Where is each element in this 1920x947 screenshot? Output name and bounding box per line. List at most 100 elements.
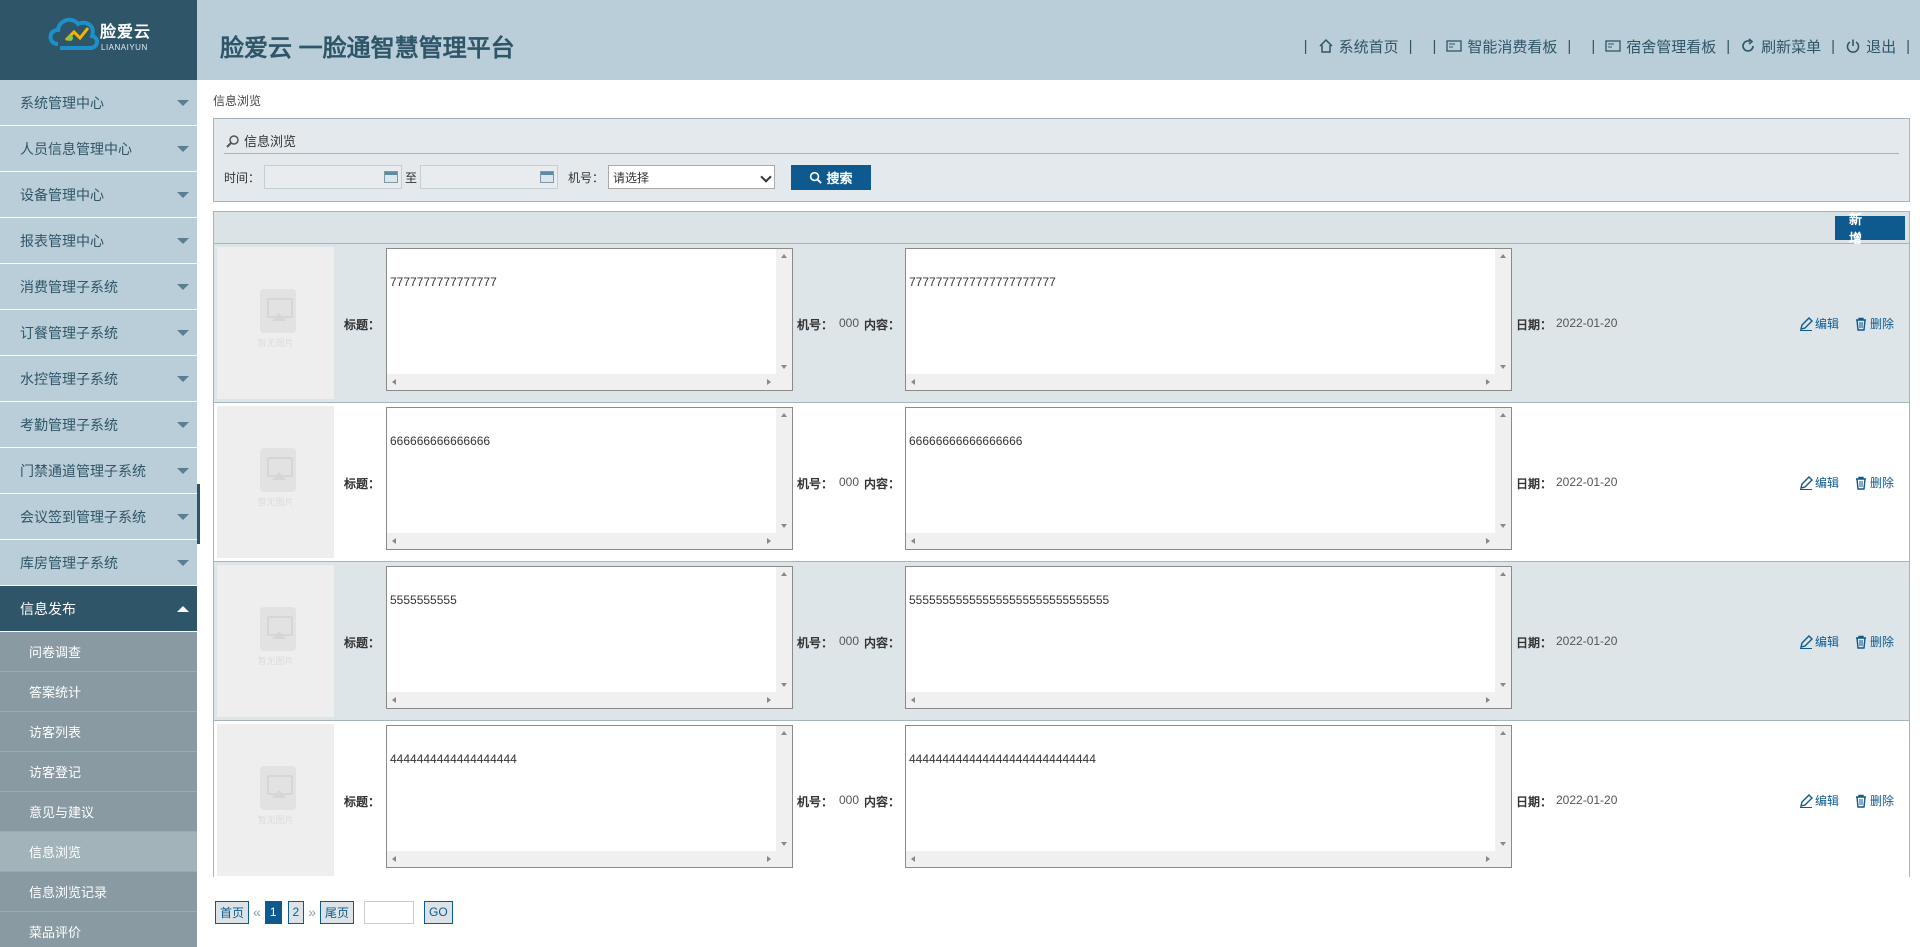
sidebar-collapse-handle[interactable] [197,484,202,544]
sidebar-item-personnel[interactable]: 人员信息管理中心 [0,126,197,172]
prev-page-icon[interactable]: « [253,904,261,920]
scroll-left-icon [911,856,915,862]
scroll-up-icon [1500,731,1506,735]
sidebar-item-warehouse[interactable]: 库房管理子系统 [0,540,197,586]
add-button[interactable]: 新 增 [1835,212,1905,246]
sidebar-item-system[interactable]: 系统管理中心 [0,80,197,126]
home-icon [1319,38,1333,53]
trash-icon [1856,794,1866,808]
vertical-scrollbar[interactable] [1495,408,1511,533]
vertical-scrollbar[interactable] [1495,567,1511,692]
sidebar-item-report[interactable]: 报表管理中心 [0,218,197,264]
start-date-input[interactable] [264,165,402,189]
content-textarea[interactable]: 66666666666666666 [905,407,1512,550]
title-textarea[interactable]: 5555555555 [386,566,793,709]
sidebar-subitem-dish-rating[interactable]: 菜品评价 [0,912,197,947]
sidebar-subitem-feedback[interactable]: 意见与建议 [0,792,197,832]
calendar-icon[interactable] [540,171,554,183]
time-label: 时间： [224,171,261,185]
image-placeholder: 暂无图片 [217,406,334,558]
sidebar-item-water[interactable]: 水控管理子系统 [0,356,197,402]
edit-button[interactable]: 编辑 [1799,633,1839,650]
title-textarea[interactable]: 666666666666666 [386,407,793,550]
end-date-input[interactable] [420,165,558,189]
sidebar-subitem-visitor-register[interactable]: 访客登记 [0,752,197,792]
horizontal-scrollbar[interactable] [906,692,1495,708]
sidebar-subitem-answer-stats[interactable]: 答案统计 [0,672,197,712]
calendar-icon[interactable] [384,171,398,183]
machine-value: 000 [839,793,860,807]
title-textarea[interactable]: 4444444444444444444 [386,725,793,868]
sidebar-subitem-visitor-list[interactable]: 访客列表 [0,712,197,752]
sidebar-item-ordering[interactable]: 订餐管理子系统 [0,310,197,356]
table-row: 暂无图片 标题： 666666666666666 机号： 000 内容： 666… [214,403,1909,562]
search-icon [810,171,823,184]
horizontal-scrollbar[interactable] [906,533,1495,549]
delete-button[interactable]: 删除 [1854,792,1894,809]
pencil-icon [1800,475,1813,490]
chevron-down-icon [177,514,189,520]
vertical-scrollbar[interactable] [776,567,792,692]
search-button[interactable]: 搜索 [791,165,871,190]
content-textarea[interactable]: 4444444444444444444444444444 [905,725,1512,868]
horizontal-scrollbar[interactable] [387,533,776,549]
vertical-scrollbar[interactable] [776,249,792,374]
content-textarea[interactable]: 7777777777777777777777 [905,248,1512,391]
scroll-right-icon [767,538,771,544]
refresh-icon [1742,38,1754,52]
vertical-scrollbar[interactable] [776,726,792,851]
edit-button[interactable]: 编辑 [1799,315,1839,332]
panel-divider [224,153,1899,154]
last-page-button[interactable]: 尾页 [319,900,354,924]
sidebar-item-access[interactable]: 门禁通道管理子系统 [0,448,197,494]
sidebar-subitem-browse-records[interactable]: 信息浏览记录 [0,872,197,912]
horizontal-scrollbar[interactable] [387,374,776,390]
delete-button[interactable]: 删除 [1854,474,1894,491]
sidebar-subitem-info-browse[interactable]: 信息浏览 [0,832,197,872]
sidebar-item-consumption[interactable]: 消费管理子系统 [0,264,197,310]
vertical-scrollbar[interactable] [1495,726,1511,851]
first-page-button[interactable]: 首页 [215,900,250,924]
machine-select[interactable]: 请选择 [608,165,775,189]
horizontal-scrollbar[interactable] [387,851,776,867]
sidebar-item-meeting[interactable]: 会议签到管理子系统 [0,494,197,540]
table-row: 暂无图片 标题： 7777777777777777 机号： 000 内容： 77… [214,244,1909,403]
nav-home[interactable]: 系统首页 [1318,36,1399,57]
chevron-down-icon [177,330,189,336]
sidebar-item-info-publish[interactable]: 信息发布 [0,586,197,632]
title-textarea[interactable]: 7777777777777777 [386,248,793,391]
horizontal-scrollbar[interactable] [906,851,1495,867]
sidebar-subitem-survey[interactable]: 问卷调查 [0,632,197,672]
scroll-right-icon [767,697,771,703]
search-panel: 信息浏览 时间： 至 机号： 请选择 搜索 [213,118,1910,202]
nav-dorm-board[interactable]: 宿舍管理看板 [1605,36,1716,57]
go-button[interactable]: GO [424,900,453,924]
content-textarea[interactable]: 555555555555555555555555555555 [905,566,1512,709]
machine-label: 机号： [797,477,834,491]
page-1-button[interactable]: 1 [264,900,282,924]
vertical-scrollbar[interactable] [776,408,792,533]
edit-button[interactable]: 编辑 [1799,792,1839,809]
page-2-button[interactable]: 2 [287,900,305,924]
header: 脸爱云 LIANAIYUN 脸爱云 一脸通智慧管理平台 | 系统首页 | | 智… [0,0,1920,80]
scroll-left-icon [911,538,915,544]
info-table: 新 增 暂无图片 标题： 7777777777777777 机号： 000 内容… [213,211,1910,880]
horizontal-scrollbar[interactable] [387,692,776,708]
next-page-icon[interactable]: » [308,904,316,920]
nav-refresh-menu[interactable]: 刷新菜单 [1740,36,1821,57]
machine-label: 机号： [797,636,834,650]
machine-label: 机号： [568,171,605,185]
horizontal-scrollbar[interactable] [906,374,1495,390]
scroll-up-icon [781,731,787,735]
sidebar-item-device[interactable]: 设备管理中心 [0,172,197,218]
page-jump-input[interactable] [364,900,414,924]
vertical-scrollbar[interactable] [1495,249,1511,374]
sidebar-item-attendance[interactable]: 考勤管理子系统 [0,402,197,448]
delete-button[interactable]: 删除 [1854,315,1894,332]
nav-logout[interactable]: 退出 [1845,36,1896,57]
nav-consumption-board[interactable]: 智能消费看板 [1446,36,1557,57]
pencil-icon [1800,634,1813,649]
scroll-down-icon [781,842,787,846]
delete-button[interactable]: 删除 [1854,633,1894,650]
edit-button[interactable]: 编辑 [1799,474,1839,491]
